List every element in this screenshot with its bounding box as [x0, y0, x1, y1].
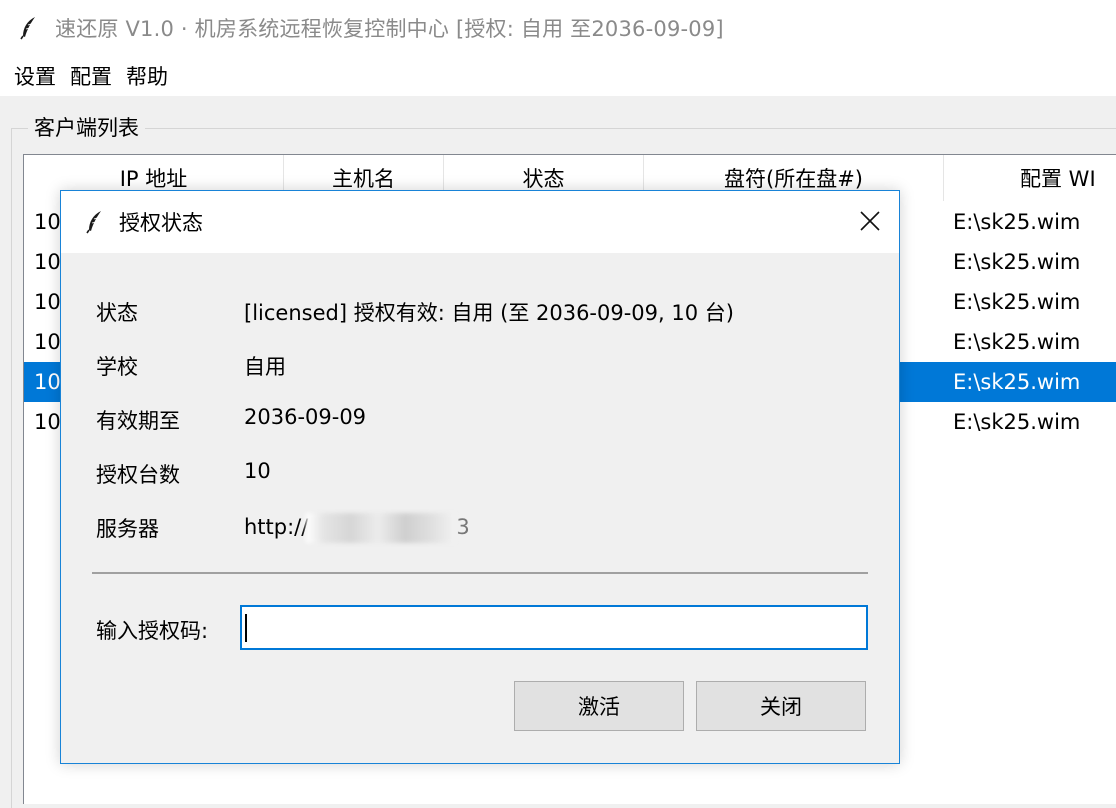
text-caret [245, 614, 247, 642]
info-label: 状态 [96, 301, 138, 325]
dialog-titlebar: 授权状态 [61, 191, 899, 253]
menu-config[interactable]: 配置 [70, 61, 112, 91]
info-label: 有效期至 [96, 409, 180, 433]
cell-config-wim: E:\sk25.wim [953, 330, 1081, 354]
info-value: 自用 [244, 355, 286, 379]
client-group-label: 客户端列表 [28, 112, 145, 142]
menu-help[interactable]: 帮助 [126, 61, 168, 91]
redacted-block [306, 513, 457, 543]
info-value: 10 [244, 459, 271, 483]
feather-icon [20, 17, 35, 40]
license-dialog: 授权状态 状态 [licensed] 授权有效: 自用 (至 2036-09-0… [60, 190, 900, 764]
cell-config-wim: E:\sk25.wim [953, 370, 1081, 394]
cell-ip: 10 [34, 370, 61, 394]
cell-ip: 10 [34, 410, 61, 434]
column-header-config-wim[interactable]: 配置 WI [944, 155, 1116, 201]
license-code-label: 输入授权码: [96, 619, 209, 643]
cell-ip: 10 [34, 250, 61, 274]
menu-settings[interactable]: 设置 [14, 61, 56, 91]
menu-bar: 设置 配置 帮助 [0, 56, 1116, 96]
license-code-input[interactable] [240, 605, 868, 650]
server-url-suffix: 3 [456, 515, 470, 539]
info-label: 学校 [96, 355, 138, 379]
window-title: 速还原 V1.0 · 机房系统远程恢复控制中心 [授权: 自用 至2036-09… [55, 17, 724, 41]
cell-ip: 10 [34, 290, 61, 314]
close-icon[interactable] [857, 208, 883, 234]
info-label: 服务器 [96, 517, 159, 541]
separator [92, 572, 868, 574]
info-value: [licensed] 授权有效: 自用 (至 2036-09-09, 10 台) [244, 301, 734, 325]
feather-icon [86, 211, 101, 234]
server-url-prefix: http:// [244, 515, 309, 539]
cell-config-wim: E:\sk25.wim [953, 210, 1081, 234]
close-button[interactable]: 关闭 [696, 681, 866, 731]
window-titlebar: 速还原 V1.0 · 机房系统远程恢复控制中心 [授权: 自用 至2036-09… [0, 0, 1116, 56]
info-value: 2036-09-09 [244, 405, 367, 429]
cell-config-wim: E:\sk25.wim [953, 410, 1081, 434]
cell-config-wim: E:\sk25.wim [953, 250, 1081, 274]
info-label: 授权台数 [96, 463, 180, 487]
info-value-server: http:// 3 [244, 513, 470, 543]
dialog-title: 授权状态 [119, 211, 203, 235]
cell-ip: 10 [34, 330, 61, 354]
activate-button[interactable]: 激活 [514, 681, 684, 731]
cell-ip: 10 [34, 210, 61, 234]
cell-config-wim: E:\sk25.wim [953, 290, 1081, 314]
